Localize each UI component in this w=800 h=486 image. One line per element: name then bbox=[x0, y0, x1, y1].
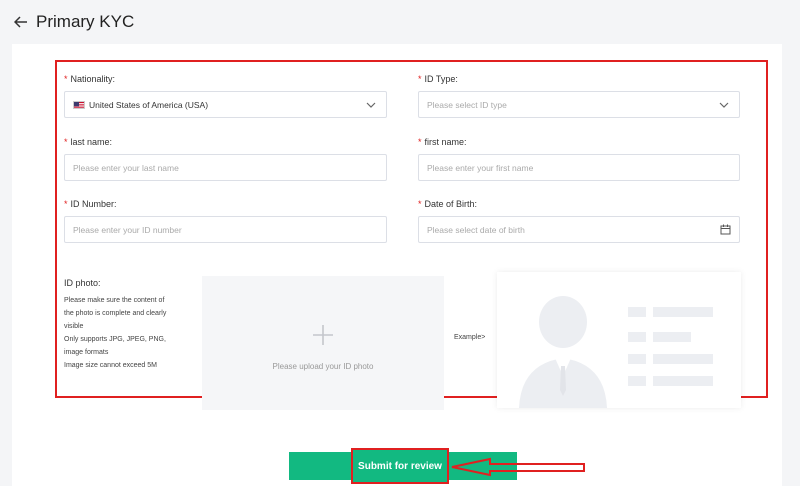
upload-text: Please upload your ID photo bbox=[272, 362, 374, 371]
first-name-label: * first name: bbox=[418, 137, 467, 147]
example-id-image bbox=[497, 272, 741, 408]
example-label: Example> bbox=[454, 334, 486, 341]
dob-label: * Date of Birth: bbox=[418, 199, 478, 209]
id-photo-upload[interactable]: Please upload your ID photo bbox=[202, 276, 444, 410]
id-photo-note: image formats bbox=[64, 349, 109, 356]
id-number-input[interactable]: Please enter your ID number bbox=[64, 216, 387, 243]
id-number-placeholder: Please enter your ID number bbox=[73, 224, 182, 235]
submit-for-review-button[interactable]: Submit for review bbox=[351, 448, 449, 484]
id-photo-note: Only supports JPG, JPEG, PNG, bbox=[64, 336, 166, 343]
plus-icon bbox=[313, 325, 333, 345]
chevron-down-icon bbox=[366, 102, 376, 108]
id-photo-note: the photo is complete and clearly bbox=[64, 310, 167, 317]
last-name-input[interactable]: Please enter your last name bbox=[64, 154, 387, 181]
id-card-illustration bbox=[519, 296, 713, 408]
id-photo-note: Please make sure the content of bbox=[64, 297, 165, 304]
id-photo-note: Image size cannot exceed 5M bbox=[64, 362, 157, 369]
id-number-label: * ID Number: bbox=[64, 199, 117, 209]
arrow-left-icon[interactable] bbox=[12, 13, 30, 31]
id-photo-title: ID photo: bbox=[64, 278, 101, 288]
dob-placeholder: Please select date of birth bbox=[427, 224, 525, 235]
id-type-placeholder: Please select ID type bbox=[427, 99, 507, 110]
calendar-icon bbox=[720, 224, 731, 235]
dob-input[interactable]: Please select date of birth bbox=[418, 216, 740, 243]
nationality-value: United States of America (USA) bbox=[89, 99, 209, 110]
last-name-placeholder: Please enter your last name bbox=[73, 162, 179, 173]
id-type-select[interactable]: Please select ID type bbox=[418, 91, 740, 118]
first-name-placeholder: Please enter your first name bbox=[427, 162, 534, 173]
first-name-input[interactable]: Please enter your first name bbox=[418, 154, 740, 181]
page-header: Primary KYC bbox=[0, 0, 800, 44]
page-title: Primary KYC bbox=[36, 12, 135, 31]
nationality-select[interactable]: United States of America (USA) bbox=[64, 91, 387, 118]
nationality-label: * Nationality: bbox=[64, 74, 116, 84]
id-type-label: * ID Type: bbox=[418, 74, 458, 84]
last-name-label: * last name: bbox=[64, 137, 113, 147]
chevron-down-icon bbox=[719, 102, 729, 108]
id-photo-note: visible bbox=[64, 323, 84, 330]
us-flag-icon bbox=[73, 100, 85, 109]
annotation-arrow bbox=[451, 457, 585, 477]
